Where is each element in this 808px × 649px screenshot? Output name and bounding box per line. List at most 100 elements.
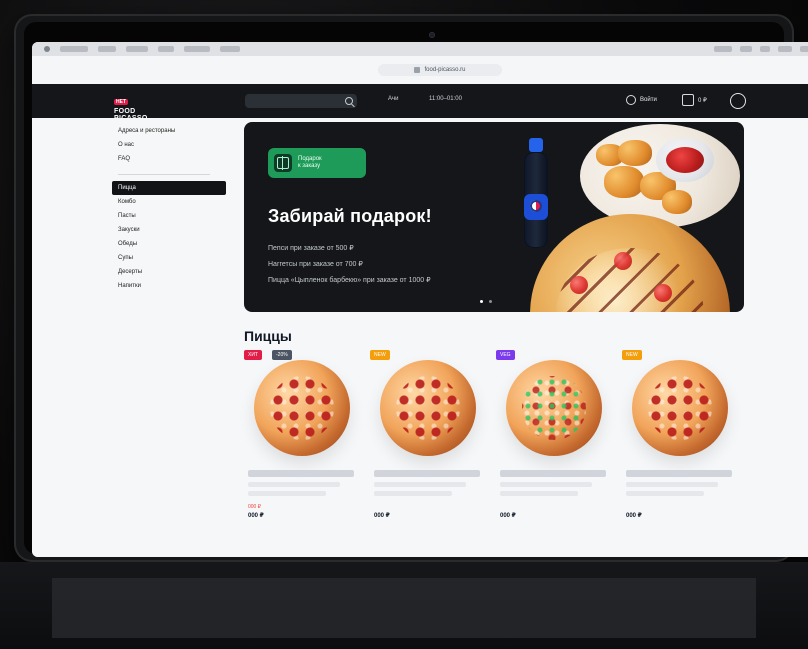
lock-icon bbox=[414, 67, 421, 73]
product-image: ХИТ -20% bbox=[244, 350, 362, 458]
menubar-item[interactable] bbox=[60, 46, 88, 52]
product-tag: -20% bbox=[272, 350, 292, 360]
cart-icon bbox=[682, 94, 694, 106]
site-header: НЕТ FOOD PICASSO Ачи 11:00–01:00 Войти 0… bbox=[32, 84, 808, 122]
promo-label-line2: к заказу bbox=[298, 163, 321, 169]
menubar-item[interactable] bbox=[158, 46, 174, 52]
product-card[interactable]: NEW 000 ₽ bbox=[622, 350, 740, 557]
product-name-placeholder bbox=[248, 470, 354, 477]
product-tag: VEG bbox=[496, 350, 515, 360]
pizza-image bbox=[530, 214, 730, 312]
camera bbox=[429, 32, 435, 38]
logo-line1: FOOD bbox=[114, 108, 136, 115]
pizza-image bbox=[632, 360, 728, 456]
product-price: 000 ₽ bbox=[374, 513, 390, 519]
menubar-item[interactable] bbox=[220, 46, 240, 52]
city-selector[interactable]: Ачи bbox=[388, 96, 398, 102]
category-item[interactable]: Десерты bbox=[112, 265, 232, 279]
product-old-price: 000 ₽ bbox=[248, 504, 261, 510]
product-desc-placeholder bbox=[374, 482, 466, 487]
pepsi-bottle-image bbox=[514, 132, 558, 252]
banner-line: Пепси при заказе от 500 ₽ bbox=[268, 245, 354, 252]
os-menubar bbox=[32, 42, 808, 56]
product-desc-placeholder bbox=[626, 491, 704, 496]
promo-label: Подарок к заказу bbox=[298, 156, 322, 170]
product-card[interactable]: NEW 000 ₽ bbox=[370, 350, 488, 557]
screen-bezel: food-picasso.ru НЕТ FOOD PICASSO Ачи 11:… bbox=[24, 22, 808, 557]
product-card[interactable]: ХИТ -20% 000 ₽ 000 ₽ bbox=[244, 350, 362, 557]
nugget bbox=[662, 190, 692, 214]
menubar-item[interactable] bbox=[184, 46, 210, 52]
menubar-item[interactable] bbox=[98, 46, 116, 52]
brand-logo[interactable]: НЕТ FOOD PICASSO bbox=[114, 90, 162, 122]
category-item-active[interactable]: Пицца bbox=[112, 181, 226, 195]
bottle-cap bbox=[529, 138, 543, 152]
category-item[interactable]: Закуски bbox=[112, 223, 232, 237]
nugget bbox=[604, 166, 644, 198]
carousel-dots bbox=[480, 300, 492, 303]
pepperoni bbox=[654, 284, 672, 302]
product-price: 000 ₽ bbox=[500, 513, 516, 519]
main: Подарок к заказу Забирай подарок! Пепси … bbox=[244, 118, 752, 557]
promo-badge: Подарок к заказу bbox=[268, 148, 366, 178]
url-field[interactable]: food-picasso.ru bbox=[378, 64, 502, 76]
theme-toggle-button[interactable] bbox=[730, 93, 746, 109]
product-name-placeholder bbox=[500, 470, 606, 477]
browser-screen: food-picasso.ru НЕТ FOOD PICASSO Ачи 11:… bbox=[32, 42, 808, 557]
product-tag: NEW bbox=[622, 350, 642, 360]
search-input[interactable] bbox=[245, 94, 357, 108]
category-item[interactable]: Комбо bbox=[112, 195, 232, 209]
sidebar-divider bbox=[118, 174, 210, 175]
product-image: NEW bbox=[622, 350, 740, 458]
sauce-bowl-image bbox=[656, 138, 714, 182]
apple-icon bbox=[44, 46, 50, 52]
pizza-image bbox=[380, 360, 476, 456]
sidebar-link[interactable]: Адреса и рестораны bbox=[112, 124, 232, 138]
product-image: NEW bbox=[370, 350, 488, 458]
product-desc-placeholder bbox=[374, 491, 452, 496]
category-item[interactable]: Пасты bbox=[112, 209, 232, 223]
keyboard bbox=[0, 562, 808, 649]
product-image: VEG bbox=[496, 350, 614, 458]
logo-badge: НЕТ bbox=[114, 99, 128, 105]
product-name-placeholder bbox=[374, 470, 480, 477]
status-item bbox=[760, 46, 770, 52]
carousel-dot[interactable] bbox=[489, 300, 492, 303]
pepperoni bbox=[614, 252, 632, 270]
menubar-status bbox=[714, 46, 808, 52]
working-hours: 11:00–01:00 bbox=[429, 96, 462, 102]
product-tag: ХИТ bbox=[244, 350, 262, 360]
carousel-dot-active[interactable] bbox=[480, 300, 483, 303]
sidebar-link[interactable]: FAQ bbox=[112, 152, 232, 166]
menubar-item[interactable] bbox=[126, 46, 148, 52]
banner-line: Пицца «Цыпленок барбекю» при заказе от 1… bbox=[268, 277, 431, 284]
product-name-placeholder bbox=[626, 470, 732, 477]
sidebar-link[interactable]: О нас bbox=[112, 138, 232, 152]
cart-button[interactable]: 0 ₽ bbox=[682, 92, 707, 108]
product-desc-placeholder bbox=[248, 491, 326, 496]
banner-title: Забирай подарок! bbox=[268, 206, 432, 226]
product-price: 000 ₽ bbox=[248, 513, 264, 519]
pepsi-logo-icon bbox=[530, 200, 542, 212]
category-item[interactable]: Напитки bbox=[112, 279, 232, 293]
gift-icon bbox=[277, 156, 289, 170]
pizza-image bbox=[254, 360, 350, 456]
nugget bbox=[618, 140, 652, 166]
category-item[interactable]: Обеды bbox=[112, 237, 232, 251]
status-item bbox=[740, 46, 752, 52]
promo-icon-box bbox=[274, 154, 292, 172]
category-list: Пицца Комбо Пасты Закуски Обеды Супы Дес… bbox=[112, 181, 232, 293]
product-grid: ХИТ -20% 000 ₽ 000 ₽ NEW 000 ₽ VEG 000 ₽… bbox=[244, 350, 744, 557]
keyboard-keys bbox=[52, 578, 756, 638]
product-card[interactable]: VEG 000 ₽ bbox=[496, 350, 614, 557]
category-item[interactable]: Супы bbox=[112, 251, 232, 265]
promo-label-line1: Подарок bbox=[298, 156, 322, 162]
product-desc-placeholder bbox=[626, 482, 718, 487]
laptop: food-picasso.ru НЕТ FOOD PICASSO Ачи 11:… bbox=[14, 14, 808, 562]
promo-banner[interactable]: Подарок к заказу Забирай подарок! Пепси … bbox=[244, 122, 744, 312]
product-desc-placeholder bbox=[500, 491, 578, 496]
login-button[interactable]: Войти bbox=[626, 92, 657, 108]
sidebar: Адреса и рестораны О нас FAQ Пицца Комбо… bbox=[112, 118, 232, 557]
search-icon[interactable] bbox=[345, 97, 353, 105]
section-title: Пиццы bbox=[244, 328, 292, 344]
